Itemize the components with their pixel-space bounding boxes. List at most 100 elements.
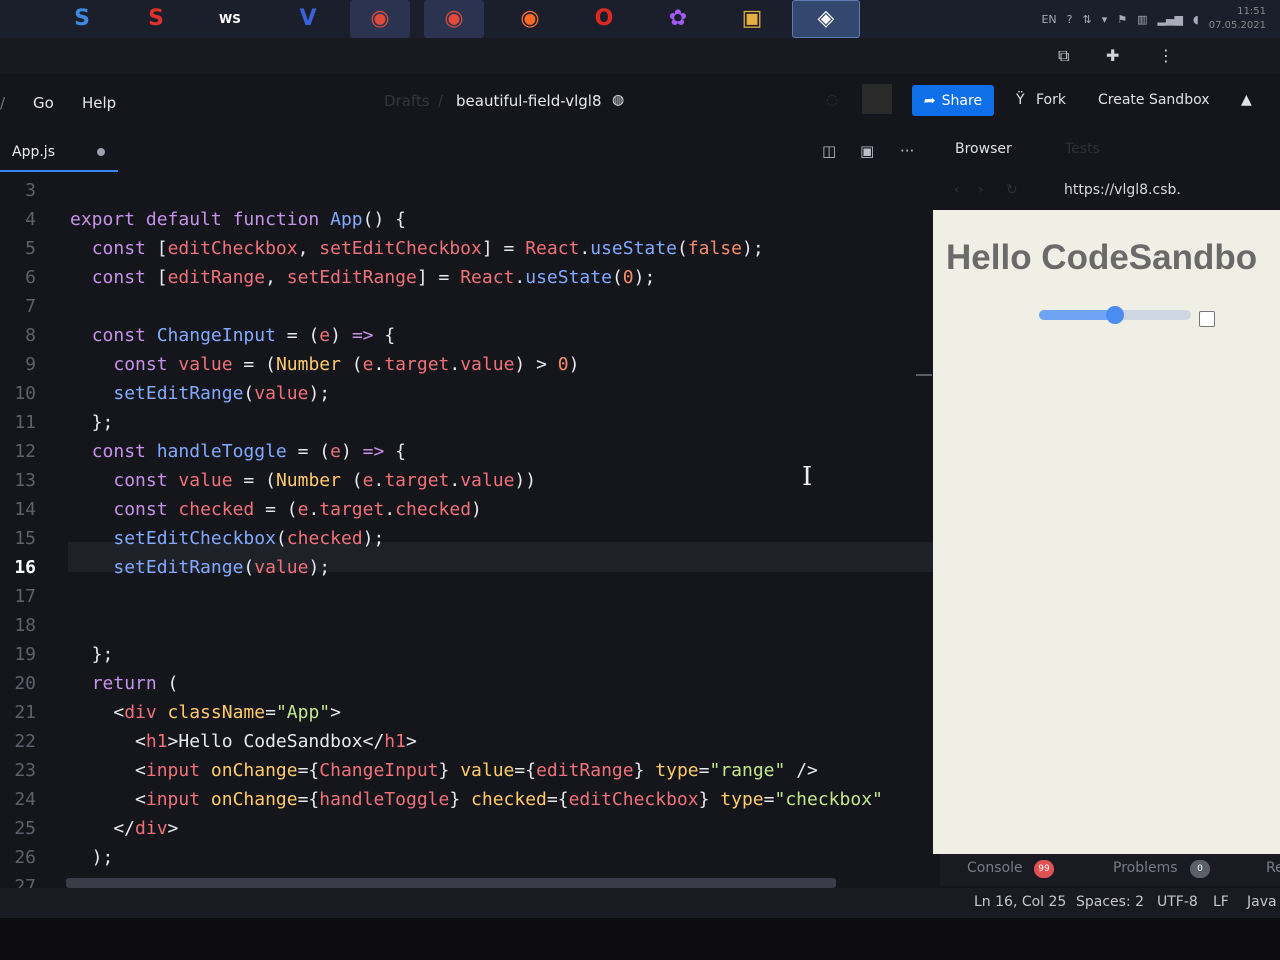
firefox-icon[interactable]: ◉ [500, 0, 560, 38]
preview-layout-icon[interactable]: ▣ [860, 142, 874, 160]
line-code: const value = (Number (e.target.value) >… [113, 354, 580, 375]
battery-icon[interactable]: ▥ [1137, 13, 1147, 26]
create-sandbox-button[interactable]: Create Sandbox [1098, 92, 1210, 108]
console-count-badge: 99 [1034, 860, 1054, 878]
line-code: const [editCheckbox, setEditCheckbox] = … [91, 238, 764, 259]
app-red-s-icon[interactable]: S [126, 0, 186, 38]
range-thumb[interactable] [1106, 306, 1124, 324]
file-explorer-icon[interactable]: ▣ [722, 0, 782, 38]
tab-tests[interactable]: Tests [1065, 141, 1100, 157]
text-cursor-icon: I [802, 462, 813, 492]
chrome-icon-2[interactable]: ◉ [424, 0, 484, 38]
line-code: }; [70, 644, 114, 665]
tab-browser[interactable]: Browser [955, 141, 1012, 157]
pane-resize-handle[interactable] [916, 374, 932, 376]
menu-go[interactable]: Go [33, 94, 54, 112]
line-number: 6 [25, 267, 36, 288]
line-number: 8 [25, 325, 36, 346]
chrome-icon-1[interactable]: ◉ [350, 0, 410, 38]
react-devtools-tab[interactable]: Re [1266, 860, 1280, 876]
language-indicator[interactable]: EN [1041, 13, 1056, 26]
line-code: const [editRange, setEditRange] = React.… [91, 267, 656, 288]
app-red-s-glyph: S [148, 6, 164, 31]
opera-glyph: O [594, 6, 614, 31]
flag-icon[interactable]: ⚑ [1117, 13, 1127, 26]
code-editor[interactable]: 3 4 export default function App() {5 const… [0, 174, 940, 897]
line-number: 14 [14, 499, 36, 520]
indentation[interactable]: Spaces: 2 [1076, 894, 1144, 910]
console-tab[interactable]: Console [967, 860, 1023, 876]
line-code: const value = (Number (e.target.value)) [113, 470, 537, 491]
menu-help[interactable]: Help [82, 94, 116, 112]
cursor-position[interactable]: Ln 16, Col 25 [974, 894, 1066, 910]
line-number: 22 [14, 731, 36, 752]
webstorm-icon[interactable]: WS [200, 0, 260, 38]
globe-icon[interactable]: ◍ [612, 92, 624, 108]
codesandbox-icon[interactable]: ◈ [792, 0, 860, 38]
breadcrumb-separator: / [438, 92, 444, 110]
extensions-icon[interactable]: ✚ [1106, 46, 1119, 65]
back-arrow-icon[interactable]: ‹ [954, 182, 960, 198]
preview-range-slider[interactable] [1039, 306, 1191, 324]
line-number: 17 [14, 586, 36, 607]
app-icon-1[interactable] [0, 0, 40, 38]
tab-label: App.js [12, 144, 55, 160]
line-ending[interactable]: LF [1213, 894, 1229, 910]
figma-glyph: ✿ [668, 6, 688, 31]
taskbar: S S WS V ◉ ◉ ◉ O ✿ ▣ ◈ EN ? ⇅ ▾ ⚑ ▥ ▂▄▆ ◖ 11:51 07… [0, 0, 1280, 38]
sandbox-name[interactable]: beautiful-field-vlgl8 [456, 92, 602, 110]
encoding[interactable]: UTF-8 [1157, 894, 1198, 910]
breadcrumb-drafts[interactable]: Drafts [384, 92, 430, 110]
line-code: <h1>Hello CodeSandbox</h1> [70, 731, 417, 752]
chevron-down-icon[interactable]: ▾ [1102, 13, 1108, 26]
horizontal-scrollbar[interactable] [66, 878, 836, 888]
tab-app-js[interactable]: App.js [0, 128, 118, 172]
preview-checkbox[interactable] [1199, 311, 1215, 327]
share-arrow-icon: ➦ [923, 92, 936, 109]
fork-button[interactable]: Fork [1036, 92, 1066, 108]
more-vertical-icon[interactable]: ⋮ [1158, 46, 1174, 65]
preview-url-input[interactable]: https://vlgl8.csb. [1064, 182, 1181, 198]
signal-icon[interactable]: ▂▄▆ [1158, 13, 1183, 26]
figma-icon[interactable]: ✿ [648, 0, 708, 38]
skype-icon[interactable]: S [52, 0, 112, 38]
line-number: 25 [14, 818, 36, 839]
line-number: 20 [14, 673, 36, 694]
problems-count-badge: 0 [1190, 860, 1210, 878]
network-icon[interactable]: ⇅ [1083, 13, 1092, 26]
help-icon[interactable]: ? [1067, 13, 1073, 26]
preview-heading: Hello CodeSandbo [946, 238, 1258, 277]
problems-tab[interactable]: Problems [1113, 860, 1178, 876]
menu-fragment: / [0, 94, 6, 112]
range-fill [1039, 310, 1115, 320]
line-code: const ChangeInput = (e) => { [91, 325, 396, 346]
language-mode[interactable]: Java [1247, 894, 1277, 910]
refresh-icon[interactable]: ↻ [1006, 182, 1018, 198]
preview-header: Browser Tests [940, 128, 1280, 174]
unsaved-dot-icon[interactable] [97, 148, 105, 156]
volume-icon[interactable]: ◖ [1193, 13, 1199, 26]
opera-icon[interactable]: O [574, 0, 634, 38]
share-button[interactable]: ➦ Share [912, 85, 994, 116]
file-explorer-glyph: ▣ [741, 6, 763, 31]
line-number: 21 [14, 702, 36, 723]
clock[interactable]: 11:51 07.05.2021 [1209, 5, 1266, 33]
line-number: 3 [25, 180, 36, 201]
clock-time: 11:51 [1237, 6, 1266, 17]
console-bar: Console 99 Problems 0 Re [940, 854, 1280, 886]
more-actions-icon[interactable]: ··· [900, 142, 914, 160]
line-code: <input onChange={handleToggle} checked={… [70, 789, 883, 810]
line-code: setEditRange(value); [113, 557, 331, 578]
visual-studio-icon[interactable]: V [278, 0, 338, 38]
forward-arrow-icon[interactable]: › [978, 182, 984, 198]
skype-glyph: S [74, 6, 90, 31]
notifications-bell-icon[interactable]: ▲ [1241, 92, 1252, 108]
clock-date: 07.05.2021 [1208, 20, 1266, 31]
editor-tabbar: App.js [0, 128, 940, 174]
line-number: 18 [14, 615, 36, 636]
avatar[interactable] [862, 84, 892, 114]
line-code: }; [70, 412, 114, 433]
split-editor-icon[interactable]: ◫ [822, 142, 836, 160]
line-code: </div> [70, 818, 179, 839]
translate-icon[interactable]: ⧉ [1058, 46, 1069, 66]
